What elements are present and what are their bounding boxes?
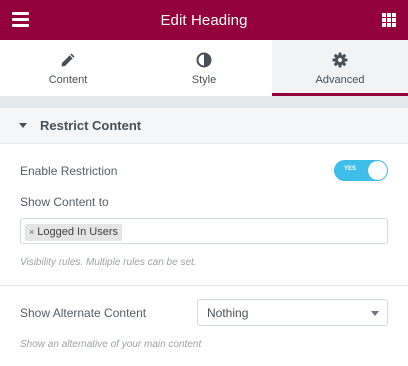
restrict-content-section-toggle[interactable]: Restrict Content	[0, 108, 408, 144]
alternate-content-value: Nothing	[207, 305, 249, 320]
tab-advanced-label: Advanced	[315, 74, 365, 86]
alternate-content-select[interactable]: Nothing	[197, 299, 388, 326]
panel-header: Edit Heading	[0, 0, 408, 40]
gear-icon	[332, 52, 348, 68]
tab-style-label: Style	[191, 74, 217, 86]
section-gap	[0, 96, 408, 108]
remove-tag-icon[interactable]: ×	[29, 227, 34, 237]
tab-content[interactable]: Content	[0, 40, 136, 96]
panel-tabs: Content Style Advanced	[0, 40, 408, 96]
alternate-content-description: Show an alternative of your main content	[20, 339, 202, 350]
visibility-rules-description: Visibility rules. Multiple rules can be …	[20, 257, 197, 268]
panel-title: Edit Heading	[160, 11, 248, 29]
show-alternate-content-label: Show Alternate Content	[20, 306, 147, 320]
switch-yes-text: YES	[344, 166, 357, 172]
enable-restriction-switch[interactable]: YES	[334, 160, 388, 181]
section-title: Restrict Content	[40, 118, 142, 133]
grid-apps-icon[interactable]	[382, 13, 396, 27]
chevron-down-icon	[371, 311, 379, 316]
tab-content-label: Content	[48, 74, 88, 86]
caret-down-icon	[19, 123, 27, 128]
hamburger-menu-icon[interactable]	[12, 12, 29, 27]
switch-knob	[368, 161, 387, 180]
tab-style[interactable]: Style	[136, 40, 272, 96]
half-circle-contrast-icon	[196, 52, 212, 68]
enable-restriction-label: Enable Restriction	[20, 164, 118, 178]
selected-tag-label: Logged In Users	[37, 226, 118, 238]
divider	[0, 285, 408, 286]
tab-advanced[interactable]: Advanced	[272, 40, 408, 96]
show-content-to-label: Show Content to	[20, 195, 109, 209]
show-content-to-multiselect[interactable]: × Logged In Users	[20, 218, 388, 244]
selected-tag-logged-in-users: × Logged In Users	[25, 223, 122, 241]
pencil-icon	[61, 53, 75, 67]
